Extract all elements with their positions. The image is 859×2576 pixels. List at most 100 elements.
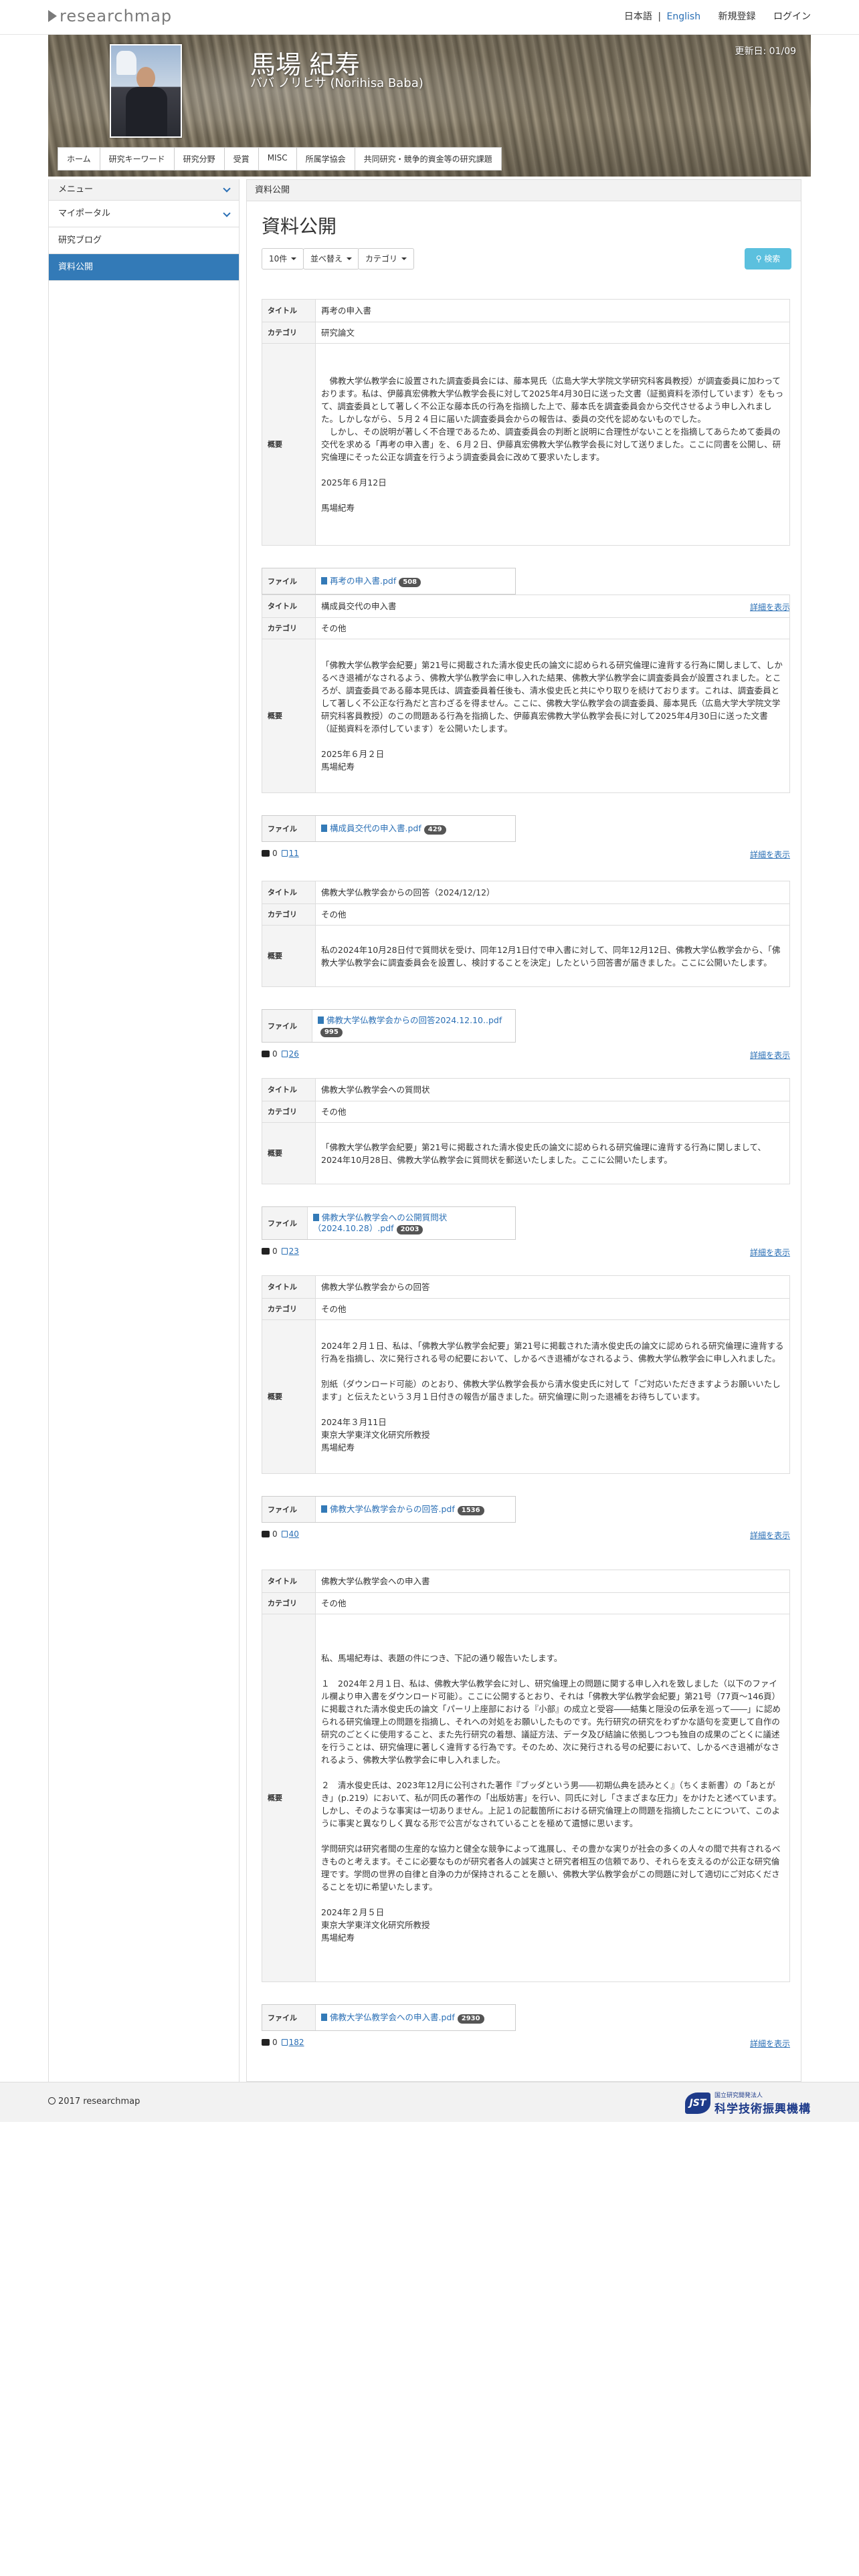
download-count-badge: 995 xyxy=(320,1027,343,1037)
like-icon[interactable] xyxy=(281,1248,288,1255)
abstract-label: 概要 xyxy=(262,1122,316,1184)
top-links: 日本語 | English 新規登録 ログイン xyxy=(609,9,811,23)
avatar-body xyxy=(126,87,167,136)
profile-nav: ホーム 研究キーワード 研究分野 受賞 MISC 所属学協会 共同研究・競争的資… xyxy=(58,147,502,171)
like-count[interactable]: 11 xyxy=(289,849,299,858)
file-pdf-icon xyxy=(321,824,327,832)
file-link[interactable]: 佛教大学仏教学会への申入書.pdf xyxy=(330,2012,455,2022)
entry-title: 佛教大学仏教学会への申入書 xyxy=(315,1570,790,1593)
lang-en-link[interactable]: English xyxy=(667,11,701,22)
document-entry: タイトル 佛教大学仏教学会からの回答 カテゴリ その他 概要 2024年２月１日、私は、「… xyxy=(262,1275,790,1540)
login-link[interactable]: ログイン xyxy=(773,11,811,22)
file-label: ファイル xyxy=(262,1010,312,1042)
like-icon[interactable] xyxy=(281,850,288,857)
file-pdf-icon xyxy=(321,1505,327,1513)
jst-logo[interactable]: JST 国立研究開発法人 科学技術振興機構 xyxy=(685,2090,811,2116)
entry-meta: 0 26 xyxy=(262,1049,299,1059)
per-page-dropdown[interactable]: 10件 xyxy=(262,248,304,270)
entry-abstract: 「佛教大学仏教学会紀要」第21号に掲載された清水俊史氏の論文に認められる研究倫理… xyxy=(315,639,790,793)
like-count[interactable]: 26 xyxy=(289,1049,299,1059)
entry-meta: 0 11 xyxy=(262,849,299,858)
file-value: 佛教大学仏教学会への公開質問状（2024.10.28）.pdf 2003 xyxy=(308,1212,515,1235)
comment-count: 0 xyxy=(272,1247,278,1256)
file-value: 佛教大学仏教学会からの回答2024.12.10..pdf 995 xyxy=(312,1015,515,1037)
file-pdf-icon xyxy=(321,2013,327,2021)
caret-down-icon xyxy=(401,257,407,260)
entry-table: タイトル 再考の申入書 カテゴリ 研究論文 概要 佛教大学仏教学会に設置された調査委員会… xyxy=(262,299,790,546)
search-icon: ⚲ xyxy=(755,254,765,263)
file-value: 佛教大学仏教学会からの回答.pdf 1536 xyxy=(316,1504,490,1515)
nav-keywords[interactable]: 研究キーワード xyxy=(100,148,175,170)
chevron-down-icon xyxy=(223,209,231,217)
like-count[interactable]: 182 xyxy=(289,2038,304,2047)
file-row: ファイル 佛教大学仏教学会への公開質問状（2024.10.28）.pdf 2003 xyxy=(262,1206,516,1240)
copyright-icon xyxy=(48,2097,56,2105)
file-link[interactable]: 再考の申入書.pdf xyxy=(330,576,396,586)
show-details-link[interactable]: 詳細を表示 xyxy=(750,1247,790,1258)
file-label: ファイル xyxy=(262,816,316,841)
like-icon[interactable] xyxy=(281,1051,288,1057)
signup-link[interactable]: 新規登録 xyxy=(719,11,756,22)
avatar xyxy=(110,44,182,138)
category-dropdown[interactable]: カテゴリ xyxy=(358,248,415,270)
nav-projects[interactable]: 共同研究・競争的資金等の研究課題 xyxy=(355,148,501,170)
entry-table: タイトル 佛教大学仏教学会からの回答 カテゴリ その他 概要 2024年２月１日、私は、「… xyxy=(262,1275,790,1474)
comment-icon xyxy=(262,1051,270,1057)
sidebar-item-docs[interactable]: 資料公開 xyxy=(49,254,239,281)
show-details-link[interactable]: 詳細を表示 xyxy=(750,849,790,860)
lang-ja-link[interactable]: 日本語 xyxy=(624,11,652,22)
entry-title: 佛教大学仏教学会への質問状 xyxy=(315,1078,790,1101)
show-details-link[interactable]: 詳細を表示 xyxy=(750,1529,790,1541)
entry-category: その他 xyxy=(315,617,790,639)
like-icon[interactable] xyxy=(281,2039,288,2046)
panel-heading: 資料公開 xyxy=(247,180,801,201)
like-count[interactable]: 23 xyxy=(289,1247,299,1256)
sidebar-item-blog[interactable]: 研究ブログ xyxy=(49,227,239,254)
researchmap-logo[interactable]: researchmap xyxy=(48,7,172,25)
file-link[interactable]: 佛教大学仏教学会からの回答.pdf xyxy=(330,1504,455,1514)
entry-title: 構成員交代の申入書 xyxy=(315,595,790,618)
document-entry: タイトル 構成員交代の申入書 カテゴリ その他 概要 「佛教大学仏教学会紀要」第21号に掲… xyxy=(262,595,790,859)
file-link[interactable]: 構成員交代の申入書.pdf xyxy=(330,823,421,833)
file-label: ファイル xyxy=(262,568,316,594)
abstract-label: 概要 xyxy=(262,639,316,793)
category-label: カテゴリ xyxy=(262,322,316,344)
entry-meta: 0 23 xyxy=(262,1247,299,1256)
show-details-link[interactable]: 詳細を表示 xyxy=(750,2038,790,2049)
abstract-label: 概要 xyxy=(262,925,316,987)
sidebar-menu-header[interactable]: メニュー xyxy=(49,179,239,201)
nav-fields[interactable]: 研究分野 xyxy=(175,148,225,170)
copyright-text: 2017 researchmap xyxy=(58,2097,140,2107)
sidebar-item-portal[interactable]: マイポータル xyxy=(49,201,239,227)
file-link[interactable]: 佛教大学仏教学会への公開質問状（2024.10.28）.pdf xyxy=(313,1212,448,1233)
jst-mark: JST xyxy=(685,2092,710,2114)
nav-misc[interactable]: MISC xyxy=(259,148,297,170)
comment-count: 0 xyxy=(272,1529,278,1539)
jst-text: 国立研究開発法人 科学技術振興機構 xyxy=(714,2090,811,2116)
category-label: カテゴリ xyxy=(262,1101,316,1123)
search-button[interactable]: ⚲ 検索 xyxy=(745,248,791,270)
download-count-badge: 2003 xyxy=(396,1224,423,1235)
category-label: カテゴリ xyxy=(365,254,398,263)
file-label: ファイル xyxy=(262,1207,308,1239)
sort-label: 並べ替え xyxy=(310,254,343,263)
entry-title: 再考の申入書 xyxy=(315,299,790,322)
page-title: 資料公開 xyxy=(262,215,337,237)
entry-abstract: 私の2024年10月28日付で質問状を受け、同年12月1日付で申入書に対して、同… xyxy=(315,925,790,987)
like-icon[interactable] xyxy=(281,1531,288,1537)
like-count[interactable]: 40 xyxy=(289,1529,299,1539)
entry-table: タイトル 佛教大学仏教学会からの回答（2024/12/12） カテゴリ その他 概要 私の… xyxy=(262,881,790,987)
entry-table: タイトル 構成員交代の申入書 カテゴリ その他 概要 「佛教大学仏教学会紀要」第21号に掲… xyxy=(262,595,790,793)
show-details-link[interactable]: 詳細を表示 xyxy=(750,1049,790,1061)
chevron-down-icon xyxy=(223,185,231,193)
nav-awards[interactable]: 受賞 xyxy=(225,148,259,170)
comment-icon xyxy=(262,1248,270,1255)
sort-dropdown[interactable]: 並べ替え xyxy=(303,248,360,270)
entry-meta: 0 40 xyxy=(262,1529,299,1539)
document-entry: タイトル 佛教大学仏教学会への申入書 カテゴリ その他 概要 私、馬場紀寿は、表題の件につ… xyxy=(262,1570,790,2048)
file-link[interactable]: 佛教大学仏教学会からの回答2024.12.10..pdf xyxy=(326,1015,502,1025)
document-entry: タイトル 再考の申入書 カテゴリ 研究論文 概要 佛教大学仏教学会に設置された調査委員会… xyxy=(262,299,790,612)
nav-societies[interactable]: 所属学協会 xyxy=(297,148,355,170)
nav-home[interactable]: ホーム xyxy=(58,148,100,170)
caret-down-icon xyxy=(291,257,297,260)
